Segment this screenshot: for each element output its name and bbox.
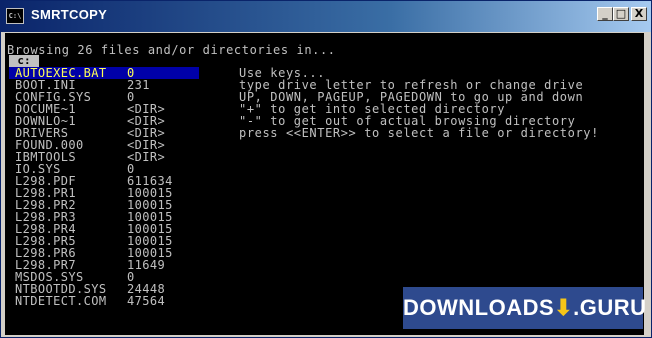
file-size: 47564 [127, 294, 166, 308]
key-help-line: press <<ENTER>> to select a file or dire… [239, 126, 599, 140]
browse-header: Browsing 26 files and/or directories in.… [7, 43, 336, 57]
file-row[interactable]: NTDETECT.COM 47564 [9, 295, 199, 307]
file-name: NTDETECT.COM [15, 294, 107, 308]
watermark-suffix: .GURU [573, 295, 647, 320]
window-scrollbar[interactable] [644, 33, 650, 335]
console-window: C:\ SMRTCOPY _ □ X Browsing 26 files and… [0, 0, 652, 338]
title-bar[interactable]: C:\ SMRTCOPY _ □ X [1, 1, 651, 32]
maximize-button[interactable]: □ [613, 7, 629, 21]
minimize-button[interactable]: _ [597, 7, 613, 21]
watermark-text: DOWNLOADS [403, 295, 555, 320]
window-title: SMRTCOPY [31, 7, 108, 22]
console-icon[interactable]: C:\ [6, 8, 24, 24]
close-button[interactable]: X [631, 7, 647, 21]
downloads-guru-watermark: DOWNLOADS⬇.GURU [403, 287, 647, 329]
download-arrow-icon: ⬇ [554, 295, 574, 320]
